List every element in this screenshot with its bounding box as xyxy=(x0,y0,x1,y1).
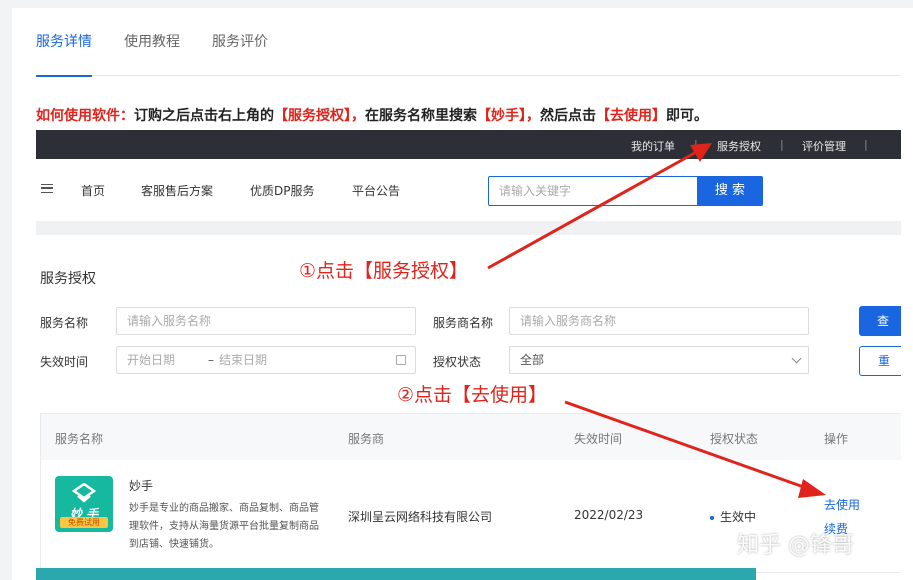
instruction-text-3: 然后点击 xyxy=(540,108,596,124)
miaoshou-mark-icon xyxy=(72,483,96,503)
status-badge: 生效中 xyxy=(710,508,756,525)
table-header: 服务名称 服务商 失效时间 授权状态 操作 xyxy=(41,414,901,460)
status-dot-icon xyxy=(710,515,714,520)
column-header: 失效时间 xyxy=(574,432,623,446)
search-button[interactable]: 搜 索 xyxy=(697,176,763,206)
auth-status-value: 全部 xyxy=(520,353,545,367)
status-text: 生效中 xyxy=(720,510,757,524)
column-header: 服务名称 xyxy=(55,432,104,446)
topbar-separator: | xyxy=(864,138,868,151)
usage-instruction: 如何使用软件：订购之后点击右上角的【服务授权】，在服务名称里搜索【妙手】，然后点… xyxy=(36,105,708,125)
column-header: 操作 xyxy=(824,432,849,446)
service-name: 妙手 xyxy=(129,479,154,493)
bottom-bar xyxy=(36,568,756,580)
page-title: 服务授权 xyxy=(40,271,96,287)
instruction-lead: 如何使用软件： xyxy=(36,108,134,124)
tab-reviews[interactable]: 服务评价 xyxy=(212,34,268,76)
review-mgmt-link[interactable]: 评价管理 xyxy=(802,138,846,154)
miaoshou-logo: 妙 手 免费试用 xyxy=(55,476,113,532)
instruction-text-1: 订购之后点击右上角的 xyxy=(134,108,274,124)
auth-status-label: 授权状态 xyxy=(433,355,482,369)
end-date-placeholder: 结束日期 xyxy=(219,353,268,367)
instruction-highlight-3: 【去使用】 xyxy=(596,108,666,124)
nav-item-announcements[interactable]: 平台公告 xyxy=(352,182,400,199)
provider-name-label: 服务商名称 xyxy=(433,316,494,330)
reset-button[interactable]: 重 xyxy=(859,346,901,376)
calendar-icon xyxy=(396,355,406,365)
expiry-time-label: 失效时间 xyxy=(40,355,89,369)
auth-status-select[interactable]: 全部 xyxy=(509,346,809,374)
nav-item-dp-service[interactable]: 优质DP服务 xyxy=(250,182,314,199)
date-range-separator: – xyxy=(208,353,214,367)
keyword-search-input[interactable]: 请输入关键字 xyxy=(488,176,698,206)
embedded-screenshot: 我的订单 | 服务授权 | 评价管理 | 首页 客服售后方案 优质DP服务 平台… xyxy=(36,130,901,580)
step-2-annotation: ②点击【去使用】 xyxy=(397,384,548,406)
expiry-date-range-picker[interactable]: 开始日期 – 结束日期 xyxy=(116,346,416,374)
service-auth-link[interactable]: 服务授权 xyxy=(717,138,761,154)
main-nav: 首页 客服售后方案 优质DP服务 平台公告 请输入关键字 搜 索 xyxy=(36,159,901,221)
tab-bar: 服务详情 使用教程 服务评价 xyxy=(36,34,901,77)
provider-name-input[interactable]: 请输入服务商名称 xyxy=(509,307,809,335)
tab-service-detail[interactable]: 服务详情 xyxy=(36,34,92,77)
instruction-highlight-1: 【服务授权】， xyxy=(274,108,365,124)
section-divider xyxy=(36,221,901,235)
service-name-label: 服务名称 xyxy=(40,316,89,330)
go-use-link[interactable]: 去使用 xyxy=(824,496,860,513)
topbar-separator: | xyxy=(694,138,698,151)
expiry-date: 2022/02/23 xyxy=(574,508,644,522)
tab-tutorial[interactable]: 使用教程 xyxy=(124,34,180,76)
start-date-placeholder: 开始日期 xyxy=(127,353,176,367)
topbar-separator: | xyxy=(780,138,784,151)
service-detail-card: 服务详情 使用教程 服务评价 如何使用软件：订购之后点击右上角的【服务授权】，在… xyxy=(12,8,913,580)
chevron-down-icon xyxy=(791,353,802,364)
instruction-text-2: 在服务名称里搜索 xyxy=(365,108,477,124)
instruction-text-4: 即可。 xyxy=(666,108,708,124)
instruction-highlight-2: 【妙手】， xyxy=(477,108,540,124)
nav-item-home[interactable]: 首页 xyxy=(81,182,105,199)
step-1-annotation: ①点击【服务授权】 xyxy=(299,260,469,282)
top-bar: 我的订单 | 服务授权 | 评价管理 | xyxy=(36,130,901,159)
column-header: 服务商 xyxy=(348,432,385,446)
free-trial-badge: 免费试用 xyxy=(60,517,108,528)
service-name-input[interactable]: 请输入服务名称 xyxy=(116,307,416,335)
menu-icon[interactable] xyxy=(41,184,53,193)
service-provider: 深圳呈云网络科技有限公司 xyxy=(348,510,493,524)
column-header: 授权状态 xyxy=(710,432,759,446)
my-orders-link[interactable]: 我的订单 xyxy=(631,138,675,154)
query-button[interactable]: 查 xyxy=(859,306,901,336)
service-description: 妙手是专业的商品搬家、商品复制、商品管理软件，支持从海量货源平台批量复制商品到店… xyxy=(129,503,319,550)
zhihu-watermark: 知乎 @锋哥 xyxy=(737,533,854,558)
nav-item-after-sales[interactable]: 客服售后方案 xyxy=(141,182,213,199)
